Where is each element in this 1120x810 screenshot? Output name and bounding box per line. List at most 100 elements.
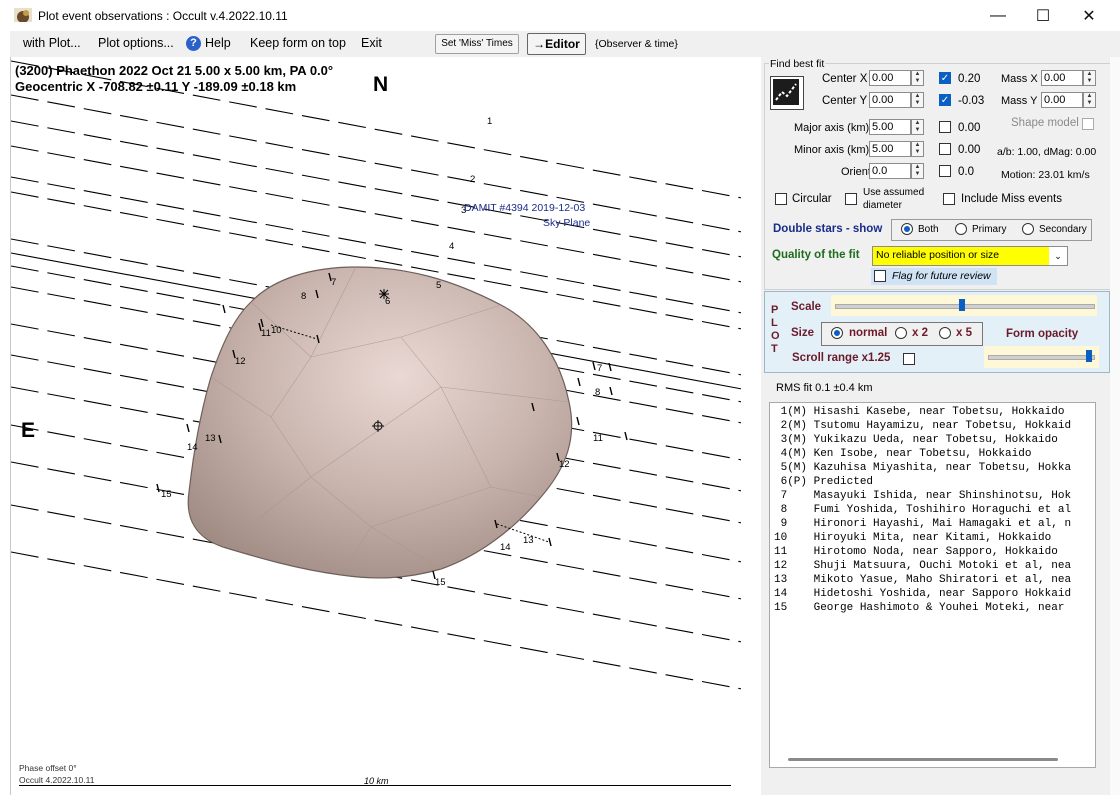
scroll-range-checkbox[interactable] [903, 353, 915, 365]
minor-axis-label: Minor axis (km) [794, 144, 870, 156]
size-normal-radio[interactable] [831, 327, 843, 339]
menu-keep-on-top[interactable]: Keep form on top [250, 36, 346, 50]
list-item[interactable]: 7 Masayuki Ishida, near Shinshinotsu, Ho… [774, 490, 1071, 502]
maximize-icon[interactable]: ☐ [1020, 0, 1066, 31]
editor-button[interactable]: →Editor [527, 33, 586, 55]
list-item[interactable]: 14 Hidetoshi Yoshida, near Sapporo Hokka… [774, 588, 1071, 600]
splitter-gap [741, 57, 761, 795]
close-icon[interactable]: ✕ [1066, 0, 1112, 31]
list-item[interactable]: 15 George Hashimoto & Youhei Moteki, nea… [774, 602, 1071, 614]
center-x-step: 0.20 [958, 73, 981, 85]
plot-letter-o: O [771, 330, 780, 342]
both-label: Both [918, 224, 939, 235]
size-x5-radio[interactable] [939, 327, 951, 339]
form-opacity-slider[interactable] [984, 346, 1099, 368]
use-assumed-label: Use assumed [863, 187, 925, 198]
find-best-fit-button[interactable] [770, 76, 804, 110]
occult-app-icon [14, 8, 32, 23]
list-item[interactable]: 8 Fumi Yoshida, Toshihiro Horaguchi et a… [774, 504, 1071, 516]
list-item[interactable]: 1(M) Hisashi Kasebe, near Tobetsu, Hokka… [774, 406, 1065, 418]
chord-label-8a: 8 [301, 291, 306, 302]
primary-label: Primary [972, 224, 1007, 235]
scale-slider[interactable] [831, 295, 1097, 316]
list-item[interactable]: 3(M) Yukikazu Ueda, near Tobetsu, Hokkai… [774, 434, 1058, 446]
list-item[interactable]: 4(M) Ken Isobe, near Tobetsu, Hokkaido [774, 448, 1032, 460]
chord-label-2: 2 [470, 174, 475, 185]
menu-with-plot[interactable]: with Plot... [23, 36, 81, 50]
use-assumed-diameter-checkbox[interactable] [845, 193, 857, 205]
secondary-radio[interactable] [1022, 223, 1034, 235]
mass-y-label: Mass Y [1001, 95, 1038, 107]
status-bar [0, 795, 1120, 810]
chord-label-14a: 14 [187, 442, 198, 453]
chevron-down-icon[interactable]: ⌄ [1049, 247, 1067, 265]
center-y-spinner[interactable]: ▲ ▼ [911, 92, 924, 108]
major-axis-checkbox[interactable] [939, 121, 951, 133]
observer-time-button[interactable]: {Observer & time} [595, 38, 678, 50]
mass-y-field[interactable]: 0.00 [1041, 92, 1083, 108]
center-x-field[interactable]: 0.00 [869, 70, 911, 86]
center-x-spinner[interactable]: ▲ ▼ [911, 70, 924, 86]
scale-slider-thumb[interactable] [959, 299, 965, 311]
mass-y-spinner[interactable]: ▲ ▼ [1083, 92, 1096, 108]
menu-plot-options[interactable]: Plot options... [98, 36, 174, 50]
diameter-label: diameter [863, 200, 902, 211]
circular-checkbox[interactable] [775, 193, 787, 205]
flag-review-checkbox[interactable] [874, 270, 886, 282]
orientation-spinner[interactable]: ▲ ▼ [911, 163, 924, 179]
center-y-field[interactable]: 0.00 [869, 92, 911, 108]
major-axis-spinner[interactable]: ▲ ▼ [911, 119, 924, 135]
shape-model-checkbox[interactable] [1082, 118, 1094, 130]
form-opacity-thumb[interactable] [1086, 350, 1092, 362]
mass-x-label: Mass X [1001, 73, 1038, 85]
chord-label-13b: 13 [523, 535, 534, 546]
quality-select[interactable]: No reliable position or size [872, 246, 1068, 266]
minimize-icon[interactable]: — [975, 0, 1021, 31]
east-indicator: E [21, 419, 36, 442]
chord-label-12b: 12 [559, 459, 570, 470]
help-icon[interactable]: ? [186, 36, 201, 51]
plot-letter-t: T [771, 343, 778, 355]
both-radio[interactable] [901, 223, 913, 235]
include-miss-checkbox[interactable] [943, 193, 955, 205]
size-x2-radio[interactable] [895, 327, 907, 339]
chord-label-15a: 15 [161, 489, 172, 500]
minor-axis-checkbox[interactable] [939, 143, 951, 155]
chord-label-15b: 15 [435, 577, 446, 588]
major-axis-step: 0.00 [958, 122, 981, 134]
menu-help[interactable]: Help [205, 36, 231, 50]
shape-model-label: Shape model [1011, 117, 1079, 129]
center-y-checkbox[interactable]: ✓ [939, 94, 951, 106]
list-item[interactable]: 2(M) Tsutomu Hayamizu, near Tobetsu, Hok… [774, 420, 1071, 432]
horizontal-scrollbar[interactable] [788, 758, 1058, 761]
form-opacity-label: Form opacity [1006, 328, 1079, 340]
minor-axis-field[interactable]: 5.00 [869, 141, 911, 157]
mass-x-field[interactable]: 0.00 [1041, 70, 1083, 86]
set-miss-times-button[interactable]: Set 'Miss' Times [435, 34, 519, 54]
find-best-fit-label: Find best fit [769, 58, 826, 70]
plot-title-line1: (3200) Phaethon 2022 Oct 21 5.00 x 5.00 … [15, 63, 334, 78]
major-axis-field[interactable]: 5.00 [869, 119, 911, 135]
plot-title-line2: Geocentric X -708.82 ±0.11 Y -189.09 ±0.… [15, 79, 297, 94]
rms-fit-readout: RMS fit 0.1 ±0.4 km [776, 382, 873, 394]
list-item[interactable]: 6(P) Predicted [774, 476, 873, 488]
menu-exit[interactable]: Exit [361, 36, 382, 50]
center-x-checkbox[interactable]: ✓ [939, 72, 951, 84]
center-y-step: -0.03 [958, 95, 985, 107]
list-item[interactable]: 12 Shuji Matsuura, Ouchi Motoki et al, n… [774, 560, 1071, 572]
list-item[interactable]: 11 Hirotomo Noda, near Sapporo, Hokkaido [774, 546, 1058, 558]
mass-x-spinner[interactable]: ▲ ▼ [1083, 70, 1096, 86]
chord-label-10: 10 [271, 325, 282, 336]
observer-list[interactable]: 1(M) Hisashi Kasebe, near Tobetsu, Hokka… [769, 402, 1096, 768]
plot-area[interactable]: 1 2 3 4 5 6 7 8 10 11 12 13 14 15 7 8 11 12 13 14 15 (3200) … [10, 57, 742, 795]
primary-radio[interactable] [955, 223, 967, 235]
minor-axis-spinner[interactable]: ▲ ▼ [911, 141, 924, 157]
list-item[interactable]: 13 Mikoto Yasue, Maho Shiratori et al, n… [774, 574, 1071, 586]
list-item[interactable]: 10 Hiroyuki Mita, near Kitami, Hokkaido [774, 532, 1051, 544]
north-indicator: N [373, 73, 389, 96]
list-item[interactable]: 5(M) Kazuhisa Miyashita, near Tobetsu, H… [774, 462, 1071, 474]
orientation-checkbox[interactable] [939, 165, 951, 177]
list-item[interactable]: 9 Hironori Hayashi, Mai Hamagaki et al, … [774, 518, 1071, 530]
orientation-field[interactable]: 0.0 [869, 163, 911, 179]
size-normal-label: normal [849, 327, 888, 339]
